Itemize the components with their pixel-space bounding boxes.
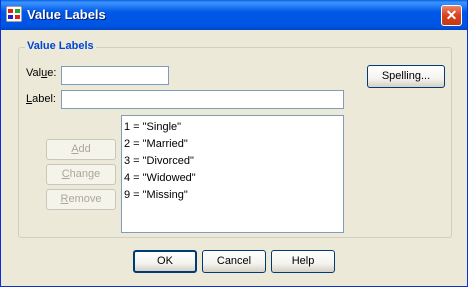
list-item[interactable]: 3 = "Divorced" [123, 153, 342, 170]
cancel-button-label: Cancel [216, 255, 252, 267]
ok-button-label: OK [157, 255, 173, 267]
list-item[interactable]: 9 = "Missing" [123, 187, 342, 204]
value-labels-dialog: Value Labels ✕ Value Labels Value: Label… [0, 0, 468, 287]
value-label: Value: [26, 67, 56, 79]
add-button-rest: dd [78, 143, 91, 155]
spelling-button-label: Spelling... [381, 70, 431, 82]
ok-button[interactable]: OK [133, 250, 197, 273]
label-label-post: abel: [32, 93, 56, 105]
help-button[interactable]: Help [271, 250, 335, 273]
cancel-button[interactable]: Cancel [202, 250, 266, 273]
remove-button-rest: emove [68, 193, 102, 205]
change-button-key: C [61, 168, 70, 180]
close-button[interactable]: ✕ [441, 5, 462, 26]
list-item[interactable]: 2 = "Married" [123, 136, 342, 153]
label-input[interactable] [61, 90, 344, 109]
add-button[interactable]: Add [46, 139, 116, 160]
label-label: Label: [26, 93, 56, 105]
value-input[interactable] [61, 66, 169, 85]
value-label-pre: Val [26, 67, 42, 79]
spss-app-icon [6, 6, 22, 22]
add-button-key: A [71, 143, 79, 155]
help-button-label: Help [291, 255, 315, 267]
list-item[interactable]: 1 = "Single" [123, 119, 342, 136]
title-bar[interactable]: Value Labels ✕ [1, 0, 467, 30]
change-button[interactable]: Change [46, 164, 116, 185]
change-button-rest: hange [69, 168, 101, 180]
value-label-post: e: [47, 67, 57, 79]
dialog-title: Value Labels [27, 7, 106, 22]
list-item[interactable]: 4 = "Widowed" [123, 170, 342, 187]
remove-button[interactable]: Remove [46, 189, 116, 210]
value-labels-list[interactable]: 1 = "Single" 2 = "Married" 3 = "Divorced… [121, 115, 344, 233]
close-icon: ✕ [445, 7, 458, 23]
spelling-button[interactable]: Spelling... [367, 65, 445, 88]
group-legend: Value Labels [25, 40, 96, 52]
